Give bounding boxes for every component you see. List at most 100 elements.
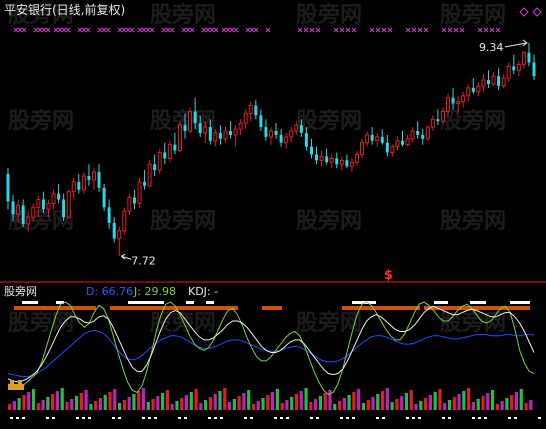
candle-body [370, 134, 374, 141]
candle [238, 119, 243, 135]
diamond-marker [483, 27, 489, 33]
candle [345, 154, 349, 169]
candle-body [304, 132, 308, 147]
candle-body [491, 75, 496, 85]
histogram-bar [290, 397, 294, 410]
candle-body [269, 130, 273, 138]
bottom-dash [346, 417, 349, 419]
histogram-bar [385, 388, 389, 410]
candle [405, 134, 410, 147]
candle-body [213, 132, 218, 142]
bottom-dash [154, 417, 157, 419]
diamond-marker [161, 27, 167, 33]
candle-body [16, 204, 21, 215]
diamond-marker [369, 27, 375, 33]
diamond-marker [245, 27, 251, 33]
bottom-dash [376, 417, 379, 419]
candle-body [345, 160, 349, 167]
candle-body [91, 171, 96, 181]
histogram-bar [199, 403, 203, 410]
bottom-dash [220, 417, 223, 419]
candle [421, 129, 425, 145]
bottom-dash [88, 417, 91, 419]
candle [71, 177, 76, 200]
candle-body [21, 205, 25, 224]
diamond-marker [411, 27, 417, 33]
diamond-marker [65, 27, 71, 33]
candle [188, 107, 193, 133]
histogram-bar [271, 392, 275, 410]
candle-body [46, 202, 51, 210]
bottom-dash [418, 417, 421, 419]
chart-window: 股旁网 股旁网 股旁网 股旁网 股旁网 股旁网 股旁网 股旁网 股旁网 股旁网 股旁网 股旁网 股旁网股… [0, 0, 546, 425]
histogram-bar [318, 396, 323, 410]
histogram-bar [22, 395, 26, 410]
candle [173, 132, 177, 155]
bottom-dash [412, 417, 415, 419]
chart-canvas[interactable]: 股旁网 股旁网 股旁网 股旁网股旁网 股旁网 股旁网 股旁网股旁网 股旁网 股旁网 股旁网股旁网股… [0, 0, 546, 425]
diamond-marker [339, 27, 345, 33]
diamond-marker [185, 27, 191, 33]
candle-body [471, 87, 475, 92]
candle-body [183, 125, 187, 131]
diamond-marker [447, 27, 453, 33]
candle [365, 130, 370, 147]
histogram-bar [314, 399, 318, 410]
candle-body [167, 144, 172, 159]
bottom-dash [142, 417, 145, 419]
diamond-marker [333, 27, 339, 33]
histogram-bar [65, 402, 69, 410]
candle-body [66, 191, 71, 218]
candle-body [401, 140, 404, 145]
candle-body [143, 181, 147, 186]
histogram-bar [505, 398, 509, 410]
histogram-bar [194, 389, 198, 410]
bottom-dash [178, 417, 181, 419]
low-price-annotation: 7.72 [120, 253, 156, 267]
candle-body [486, 80, 490, 84]
watermark-text: 股旁网 [440, 2, 506, 28]
diamond-marker [477, 27, 483, 33]
diamond-marker [423, 27, 429, 33]
candle-body [512, 66, 516, 71]
watermark-layer: 股旁网 股旁网 股旁网 股旁网股旁网 股旁网 股旁网 股旁网股旁网 股旁网 股旁网 股旁网股旁网股… [8, 2, 506, 336]
candle [370, 127, 374, 145]
candle [97, 164, 101, 192]
candle [269, 127, 273, 145]
histogram-bar [294, 394, 299, 410]
histogram-bar [256, 401, 260, 410]
candle [401, 130, 404, 147]
candle-body [456, 101, 461, 105]
candle [254, 99, 258, 120]
histogram-bar [156, 396, 160, 410]
histogram-bar [27, 392, 31, 410]
candle-body [315, 154, 319, 161]
diamond-marker [101, 27, 107, 33]
kdj-line-d [7, 329, 535, 378]
histogram-bar [141, 388, 146, 410]
candle-body [416, 130, 420, 135]
candle-body [153, 164, 157, 171]
histogram-bar [51, 394, 55, 410]
histogram-bar [352, 392, 356, 410]
diamond-marker [117, 27, 123, 33]
candle [91, 168, 96, 190]
candle [329, 154, 334, 169]
bottom-dash [352, 417, 355, 419]
candle [147, 160, 152, 188]
diamond-marker [209, 27, 215, 33]
candle [451, 87, 455, 110]
candle [497, 68, 501, 90]
candle [81, 172, 86, 194]
histogram-bar [184, 395, 189, 410]
histogram-bar [462, 391, 466, 410]
histogram-bar [357, 389, 361, 410]
histogram-bar [471, 402, 476, 410]
strip-mark [470, 301, 486, 304]
watermark-text: 股旁网 [296, 108, 362, 134]
candle [274, 123, 278, 139]
candle-body [177, 124, 182, 152]
candle [315, 146, 319, 165]
diamond-marker [141, 27, 147, 33]
diamond-marker [189, 27, 195, 33]
